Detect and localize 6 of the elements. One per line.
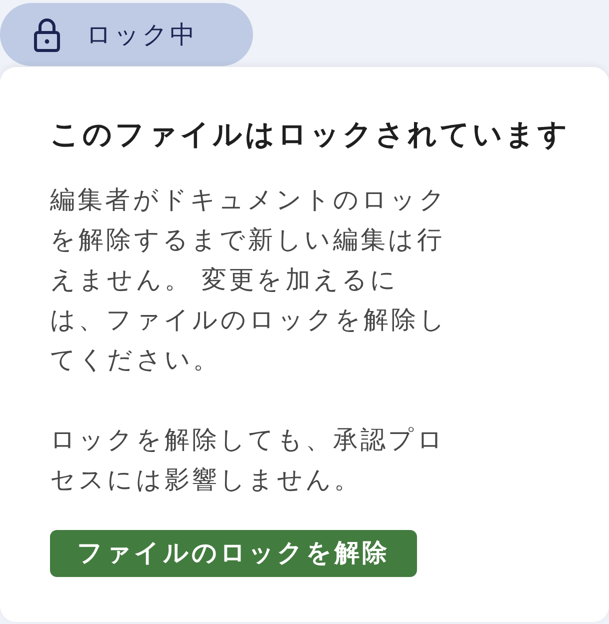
status-label: ロック中 [86, 20, 197, 50]
dialog-message: ロックを解除しても、承認プロ セスには影響しません。 [50, 425, 446, 496]
dialog-title: このファイルはロックされています [50, 118, 570, 153]
lock-icon [34, 18, 60, 52]
dialog-message: 編集者がドキュメントのロック を解除するまで新しい編集は行 えません。 変更を加えるに は、ファイルのロックを解除し てください。 [50, 185, 448, 376]
unlock-file-button[interactable]: ファイルのロックを解除 [50, 530, 417, 577]
